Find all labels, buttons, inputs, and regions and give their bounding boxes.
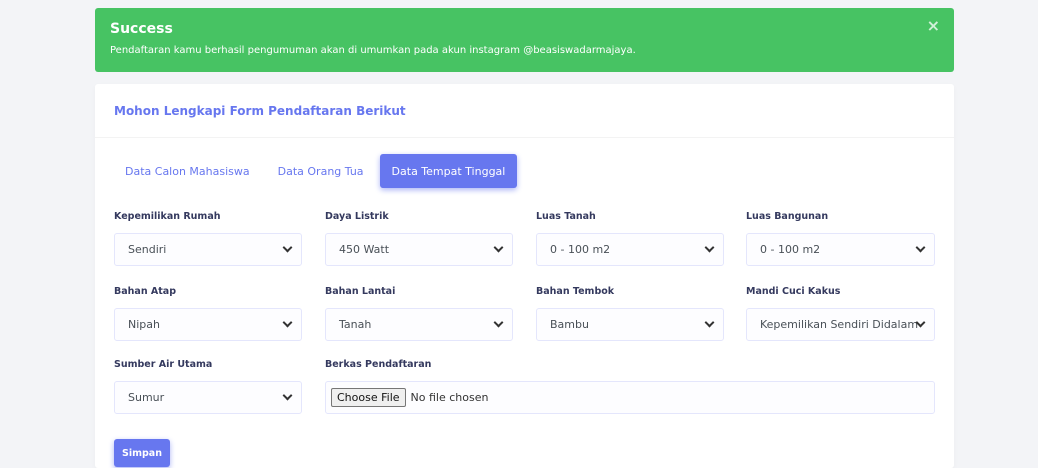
berkas-file-input[interactable]: Choose File No file chosen — [325, 381, 935, 414]
tab-data-calon-mahasiswa[interactable]: Data Calon Mahasiswa — [113, 154, 262, 188]
luas-tanah-value: 0 - 100 m2 — [550, 243, 611, 256]
mck-value: Kepemilikan Sendiri Didalam — [760, 318, 919, 331]
luas-bangunan-select[interactable]: 0 - 100 m2 — [746, 233, 935, 266]
kepemilikan-rumah-label: Kepemilikan Rumah — [114, 211, 221, 222]
tab-data-tempat-tinggal[interactable]: Data Tempat Tinggal — [379, 154, 518, 188]
field-kepemilikan-rumah: Kepemilikan Rumah Sendiri — [114, 210, 302, 266]
luas-bangunan-value: 0 - 100 m2 — [760, 243, 821, 256]
alert-title: Success — [110, 21, 173, 37]
field-berkas-pendaftaran: Berkas Pendaftaran Choose File No file c… — [325, 358, 935, 414]
field-sumber-air-utama: Sumber Air Utama Sumur — [114, 358, 302, 414]
card-title: Mohon Lengkapi Form Pendaftaran Berikut — [114, 103, 406, 118]
field-bahan-atap: Bahan Atap Nipah — [114, 285, 302, 341]
save-button[interactable]: Simpan — [114, 439, 170, 467]
field-bahan-lantai: Bahan Lantai Tanah — [325, 285, 513, 341]
chevron-down-icon — [704, 242, 715, 253]
field-daya-listrik: Daya Listrik 450 Watt — [325, 210, 513, 266]
sumber-air-select[interactable]: Sumur — [114, 381, 302, 414]
card-header: Mohon Lengkapi Form Pendaftaran Berikut — [95, 84, 954, 138]
chevron-down-icon — [282, 390, 293, 401]
sumber-air-label: Sumber Air Utama — [114, 359, 213, 370]
chevron-down-icon — [704, 317, 715, 328]
field-luas-tanah: Luas Tanah 0 - 100 m2 — [536, 210, 724, 266]
bahan-atap-value: Nipah — [128, 318, 160, 331]
chevron-down-icon — [282, 317, 293, 328]
bahan-lantai-label: Bahan Lantai — [325, 286, 396, 297]
bahan-lantai-select[interactable]: Tanah — [325, 308, 513, 341]
field-mandi-cuci-kakus: Mandi Cuci Kakus Kepemilikan Sendiri Did… — [746, 285, 935, 341]
field-bahan-tembok: Bahan Tembok Bambu — [536, 285, 724, 341]
chevron-down-icon — [915, 242, 926, 253]
choose-file-button[interactable]: Choose File — [331, 388, 406, 407]
sumber-air-value: Sumur — [128, 391, 165, 404]
bahan-atap-label: Bahan Atap — [114, 286, 177, 297]
bahan-lantai-value: Tanah — [339, 318, 372, 331]
daya-listrik-select[interactable]: 450 Watt — [325, 233, 513, 266]
form-tabs: Data Calon Mahasiswa Data Orang Tua Data… — [113, 154, 521, 188]
mck-select[interactable]: Kepemilikan Sendiri Didalam — [746, 308, 935, 341]
luas-tanah-select[interactable]: 0 - 100 m2 — [536, 233, 724, 266]
file-status: No file chosen — [410, 391, 489, 404]
luas-bangunan-label: Luas Bangunan — [746, 211, 829, 222]
daya-listrik-label: Daya Listrik — [325, 211, 389, 222]
kepemilikan-rumah-value: Sendiri — [128, 243, 167, 256]
bahan-atap-select[interactable]: Nipah — [114, 308, 302, 341]
close-icon[interactable]: × — [927, 18, 940, 34]
kepemilikan-rumah-select[interactable]: Sendiri — [114, 233, 302, 266]
chevron-down-icon — [282, 242, 293, 253]
field-luas-bangunan: Luas Bangunan 0 - 100 m2 — [746, 210, 935, 266]
success-alert: Success Pendaftaran kamu berhasil pengum… — [95, 8, 954, 72]
mck-label: Mandi Cuci Kakus — [746, 286, 841, 297]
bahan-tembok-select[interactable]: Bambu — [536, 308, 724, 341]
tab-data-orang-tua[interactable]: Data Orang Tua — [266, 154, 376, 188]
bahan-tembok-value: Bambu — [550, 318, 589, 331]
luas-tanah-label: Luas Tanah — [536, 211, 596, 222]
bahan-tembok-label: Bahan Tembok — [536, 286, 615, 297]
registration-form-card: Mohon Lengkapi Form Pendaftaran Berikut … — [95, 84, 954, 468]
alert-message: Pendaftaran kamu berhasil pengumuman aka… — [110, 45, 636, 56]
berkas-label: Berkas Pendaftaran — [325, 359, 432, 370]
chevron-down-icon — [493, 317, 504, 328]
daya-listrik-value: 450 Watt — [339, 243, 390, 256]
chevron-down-icon — [493, 242, 504, 253]
